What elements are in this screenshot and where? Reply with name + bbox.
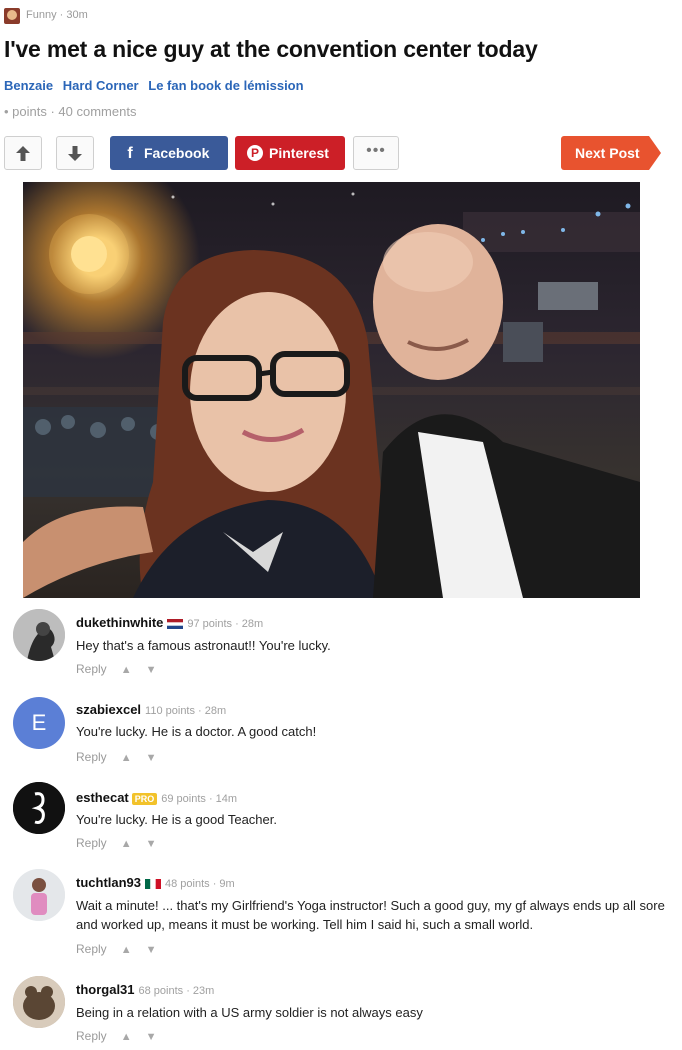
reply-link[interactable]: Reply	[76, 750, 107, 764]
tag-link[interactable]: Benzaie	[4, 78, 53, 93]
comment-text: Being in a relation with a US army soldi…	[76, 1005, 423, 1020]
next-post-button[interactable]: Next Post	[561, 136, 661, 170]
cat-logo-icon	[13, 782, 65, 834]
facebook-icon: f	[127, 145, 133, 162]
section-meta: Funny · 30m	[26, 9, 88, 21]
comment-author-name[interactable]: dukethinwhite	[76, 615, 163, 630]
reply-link[interactable]: Reply	[76, 836, 107, 850]
comment-meta: 48 points · 9m	[165, 878, 235, 890]
photo-illustration	[23, 192, 640, 598]
comment-author-name[interactable]: esthecat	[76, 790, 129, 805]
comment-text: You're lucky. He is a good Teacher.	[76, 812, 277, 827]
facebook-label: Facebook	[144, 145, 210, 161]
comment-meta: 69 points · 14m	[161, 793, 238, 805]
tag-link[interactable]: Le fan book de lémission	[148, 78, 303, 93]
comment-actions: Reply ▲ ▼	[76, 750, 156, 764]
avatar[interactable]	[13, 869, 65, 921]
pinterest-share-button[interactable]: P Pinterest	[235, 136, 345, 170]
avatar[interactable]	[13, 782, 65, 834]
reply-link[interactable]: Reply	[76, 1029, 107, 1043]
avatar[interactable]	[13, 976, 65, 1028]
comment-meta: 97 points · 28m	[187, 618, 264, 630]
comment-text: Wait a minute! ... that's my Girlfriend'…	[76, 898, 665, 932]
post-image	[23, 182, 640, 598]
section-icon[interactable]	[4, 8, 20, 24]
comment-author-name[interactable]: tuchtlan93	[76, 875, 141, 890]
avatar[interactable]: E	[13, 697, 65, 749]
person-avatar-icon	[13, 869, 65, 921]
comment-author-name[interactable]: szabiexcel	[76, 702, 141, 717]
post-stats: • points · 40 comments	[4, 104, 137, 119]
comment-upvote-icon[interactable]: ▲	[121, 664, 132, 676]
comment-downvote-icon[interactable]: ▼	[146, 1031, 157, 1043]
comment-author: tuchtlan93 48 points · 9m	[76, 875, 235, 890]
downvote-button[interactable]	[56, 136, 94, 170]
flag-icon	[167, 618, 184, 629]
comment-actions: Reply ▲ ▼	[76, 1029, 156, 1043]
pinterest-icon: P	[247, 144, 263, 161]
comment-meta: 68 points · 23m	[138, 985, 215, 997]
upvote-button[interactable]	[4, 136, 42, 170]
comment-author: szabiexcel 110 points · 28m	[76, 702, 226, 717]
comment-actions: Reply ▲ ▼	[76, 836, 156, 850]
tag-link[interactable]: Hard Corner	[63, 78, 139, 93]
pinterest-label: Pinterest	[269, 145, 329, 161]
animal-avatar-icon	[13, 976, 65, 1028]
reply-link[interactable]: Reply	[76, 942, 107, 956]
post-title: I've met a nice guy at the convention ce…	[4, 36, 538, 62]
arrow-down-icon	[68, 146, 82, 161]
comment-text: You're lucky. He is a doctor. A good cat…	[76, 724, 317, 739]
comment-upvote-icon[interactable]: ▲	[121, 944, 132, 956]
comment-text: Hey that's a famous astronaut!! You're l…	[76, 638, 331, 653]
more-options-button[interactable]: •••	[353, 136, 399, 170]
facebook-share-button[interactable]: f Facebook	[110, 136, 228, 170]
flag-icon	[145, 878, 162, 889]
tag-row: Benzaie Hard Corner Le fan book de lémis…	[4, 78, 310, 93]
comment-upvote-icon[interactable]: ▲	[121, 838, 132, 850]
avatar[interactable]	[13, 609, 65, 661]
comment-upvote-icon[interactable]: ▲	[121, 752, 132, 764]
comment-downvote-icon[interactable]: ▼	[146, 664, 157, 676]
comment-author: esthecat PRO 69 points · 14m	[76, 790, 237, 805]
comment-downvote-icon[interactable]: ▼	[146, 838, 157, 850]
reply-link[interactable]: Reply	[76, 662, 107, 676]
comment-actions: Reply ▲ ▼	[76, 662, 156, 676]
astronaut-avatar-icon	[13, 609, 65, 661]
pro-badge: PRO	[131, 792, 158, 805]
comment-author-name[interactable]: thorgal31	[76, 982, 135, 997]
comment-meta: 110 points · 28m	[145, 705, 227, 717]
comment-upvote-icon[interactable]: ▲	[121, 1031, 132, 1043]
comment-actions: Reply ▲ ▼	[76, 942, 156, 956]
comment-author: thorgal31 68 points · 23m	[76, 982, 214, 997]
comment-downvote-icon[interactable]: ▼	[146, 752, 157, 764]
comment-downvote-icon[interactable]: ▼	[146, 944, 157, 956]
arrow-up-icon	[16, 146, 30, 161]
comment-author: dukethinwhite 97 points · 28m	[76, 615, 263, 630]
